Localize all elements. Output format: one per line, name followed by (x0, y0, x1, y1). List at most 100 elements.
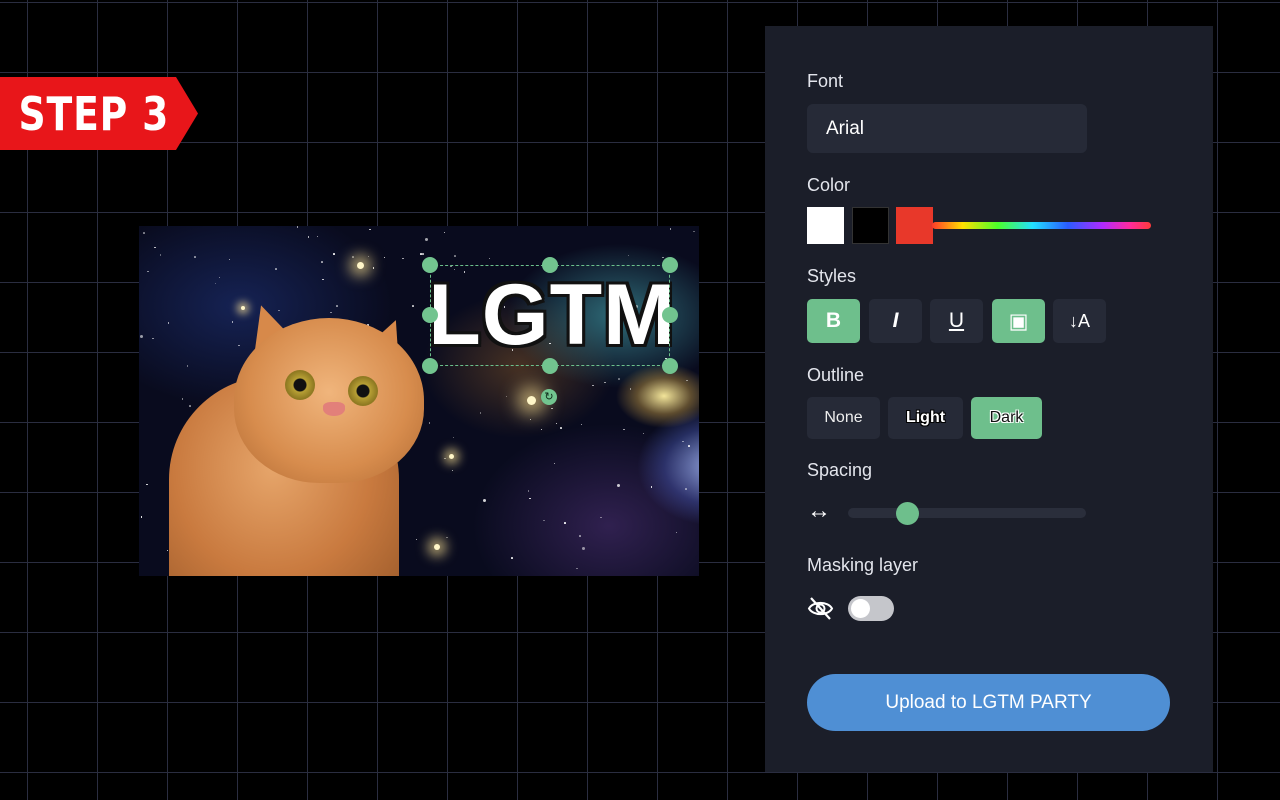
star (682, 440, 684, 443)
bright-star (357, 262, 364, 269)
star (527, 490, 530, 492)
color-swatch-white[interactable] (807, 207, 844, 244)
star (686, 379, 688, 382)
bright-star (449, 454, 454, 459)
star (604, 381, 606, 383)
star (685, 488, 687, 490)
star (238, 344, 240, 347)
star (316, 235, 319, 238)
star (140, 334, 144, 338)
masking-layer-toggle[interactable] (848, 596, 894, 621)
underline-button[interactable]: U (930, 299, 983, 343)
star (214, 282, 217, 285)
outline-light-button[interactable]: Light (888, 397, 963, 439)
star (454, 255, 456, 257)
hue-slider[interactable] (932, 222, 1151, 229)
star (322, 278, 324, 281)
outline-dark-button[interactable]: Dark (971, 397, 1042, 439)
star (618, 378, 620, 380)
resize-handle-top-left[interactable] (422, 257, 438, 273)
outline-label: Outline (807, 365, 865, 385)
spacing-label: Spacing (807, 460, 873, 480)
star (479, 412, 482, 414)
star (336, 305, 338, 307)
star (296, 226, 299, 228)
star (579, 535, 581, 537)
star (415, 538, 418, 541)
bright-star (434, 544, 440, 550)
star (189, 405, 191, 407)
star (675, 531, 678, 534)
star (553, 462, 556, 465)
vertical-text-button[interactable]: ↓A (1053, 299, 1106, 343)
resize-handle-bottom[interactable] (542, 358, 558, 374)
star (592, 384, 594, 387)
star (623, 428, 625, 431)
star (580, 423, 583, 426)
resize-handle-top[interactable] (542, 257, 558, 273)
color-label: Color (807, 175, 851, 195)
star (529, 497, 531, 500)
star (152, 337, 154, 340)
star (140, 516, 143, 518)
star (154, 246, 156, 249)
color-swatch-black[interactable] (852, 207, 889, 244)
star (412, 305, 414, 307)
cat-eye-right (348, 376, 378, 406)
star (186, 365, 189, 367)
eye-off-icon (807, 597, 834, 620)
star (307, 236, 310, 238)
star (194, 256, 196, 258)
star (627, 254, 630, 257)
rotate-icon[interactable]: ↻ (541, 389, 557, 405)
star (330, 311, 332, 314)
star (576, 567, 578, 570)
resize-handle-bottom-left[interactable] (422, 358, 438, 374)
resize-handle-left[interactable] (422, 307, 438, 323)
star (529, 418, 532, 421)
star (218, 276, 221, 279)
star (181, 398, 183, 400)
text-background-button[interactable]: ▣ (992, 299, 1045, 343)
bright-star (527, 396, 536, 405)
bright-star (241, 306, 245, 310)
star (560, 427, 562, 429)
spacing-slider-thumb[interactable] (896, 502, 919, 525)
resize-handle-right[interactable] (662, 307, 678, 323)
step-badge-label: STEP 3 (18, 86, 170, 141)
star (352, 256, 354, 258)
spacing-slider-track[interactable] (848, 508, 1086, 518)
bold-button[interactable]: B (807, 299, 860, 343)
star (543, 519, 545, 522)
star (669, 228, 672, 230)
cat-head (234, 318, 424, 483)
star (488, 257, 491, 260)
star (650, 486, 653, 488)
star (369, 228, 371, 231)
star (146, 483, 148, 486)
star (443, 231, 446, 234)
font-select[interactable]: Arial (807, 104, 1087, 153)
star (422, 253, 424, 255)
step-badge: STEP 3 (0, 77, 198, 150)
cat-nose (323, 402, 345, 416)
star (511, 557, 513, 559)
color-swatch-red[interactable] (896, 207, 933, 244)
font-label: Font (807, 71, 844, 91)
star (505, 395, 508, 397)
italic-button[interactable]: I (869, 299, 922, 343)
star (402, 257, 404, 260)
star (551, 407, 553, 410)
outline-none-button[interactable]: None (807, 397, 880, 439)
star (482, 498, 486, 502)
star (446, 536, 448, 539)
star (693, 230, 695, 233)
star (147, 270, 149, 273)
text-selection-box[interactable] (430, 265, 670, 366)
star (540, 428, 543, 431)
cat-eye-left (285, 370, 315, 400)
star (383, 256, 386, 259)
resize-handle-bottom-right[interactable] (662, 358, 678, 374)
resize-handle-top-right[interactable] (662, 257, 678, 273)
upload-button[interactable]: Upload to LGTM PARTY (807, 674, 1170, 731)
